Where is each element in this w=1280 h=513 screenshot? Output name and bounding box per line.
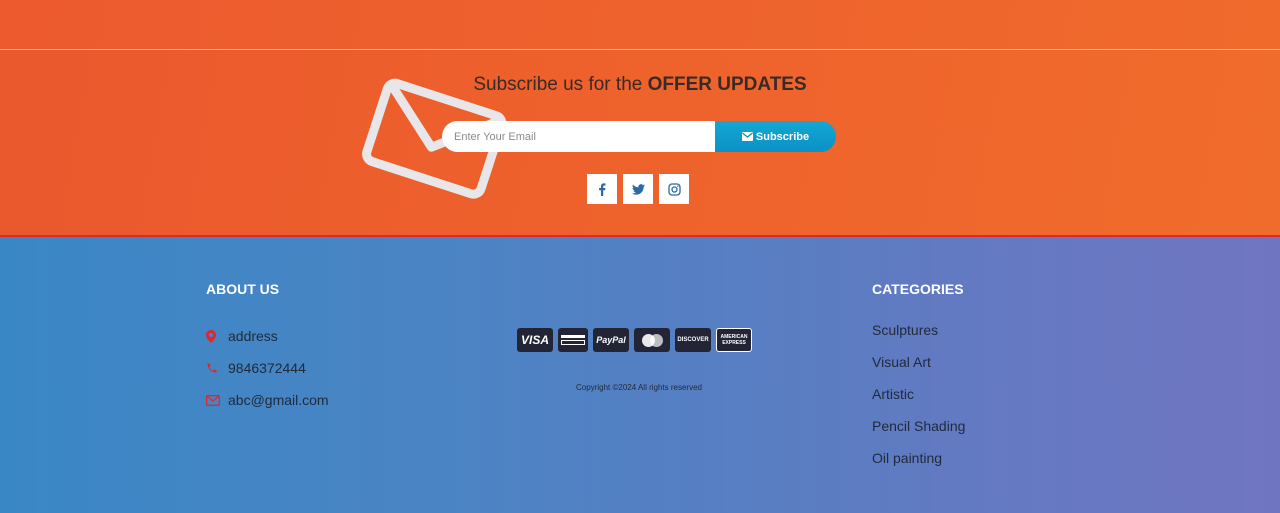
social-links	[587, 174, 689, 204]
contact-email: abc@gmail.com	[206, 384, 329, 416]
mastercard-icon	[634, 328, 670, 352]
contact-list: address 9846372444 abc@gmail.com	[206, 320, 329, 416]
contact-address: address	[206, 320, 329, 352]
mail-icon	[741, 132, 753, 141]
instagram-icon	[667, 182, 681, 196]
twitter-link[interactable]	[623, 174, 653, 204]
discover-icon: DISCOVER	[675, 328, 711, 352]
category-link[interactable]: Sculptures	[872, 318, 965, 350]
email-input[interactable]	[442, 121, 715, 152]
phone-text: 9846372444	[228, 360, 306, 376]
visa-icon: VISA	[517, 328, 553, 352]
instagram-link[interactable]	[659, 174, 689, 204]
about-title: ABOUT US	[206, 281, 280, 297]
paypal-icon: PayPal	[593, 328, 629, 352]
phone-icon	[207, 363, 217, 373]
subscribe-button[interactable]: Subscribe	[715, 121, 836, 152]
email-link[interactable]: abc@gmail.com	[228, 392, 329, 408]
address-text: address	[228, 328, 278, 344]
categories-title: CATEGORIES	[872, 281, 964, 297]
subscribe-form: Subscribe	[442, 121, 836, 152]
categories-list: Sculptures Visual Art Artistic Pencil Sh…	[872, 318, 965, 478]
amex-icon: AMERICAN EXPRESS	[716, 328, 752, 352]
top-strip	[0, 0, 1280, 50]
contact-phone: 9846372444	[206, 352, 329, 384]
facebook-link[interactable]	[587, 174, 617, 204]
payment-methods: VISA PayPal DISCOVER AMERICAN EXPRESS	[517, 328, 752, 352]
twitter-icon	[631, 183, 645, 195]
category-link[interactable]: Visual Art	[872, 350, 965, 382]
category-link[interactable]: Oil painting	[872, 446, 965, 478]
category-link[interactable]: Artistic	[872, 382, 965, 414]
subscribe-section: Subscribe us for the OFFER UPDATES Subsc…	[0, 50, 1280, 237]
subscribe-button-label: Subscribe	[755, 130, 810, 143]
copyright-text: Copyright ©2024 All rights reserved	[576, 383, 702, 392]
credit-card-icon	[558, 328, 588, 352]
category-link[interactable]: Pencil Shading	[872, 414, 965, 446]
envelope-outline-icon	[206, 394, 220, 406]
facebook-icon	[599, 182, 606, 196]
map-pin-icon	[206, 329, 216, 343]
subscribe-title: Subscribe us for the OFFER UPDATES	[473, 74, 807, 95]
footer: ABOUT US address 9846372444 abc@gmail.co…	[0, 237, 1280, 513]
